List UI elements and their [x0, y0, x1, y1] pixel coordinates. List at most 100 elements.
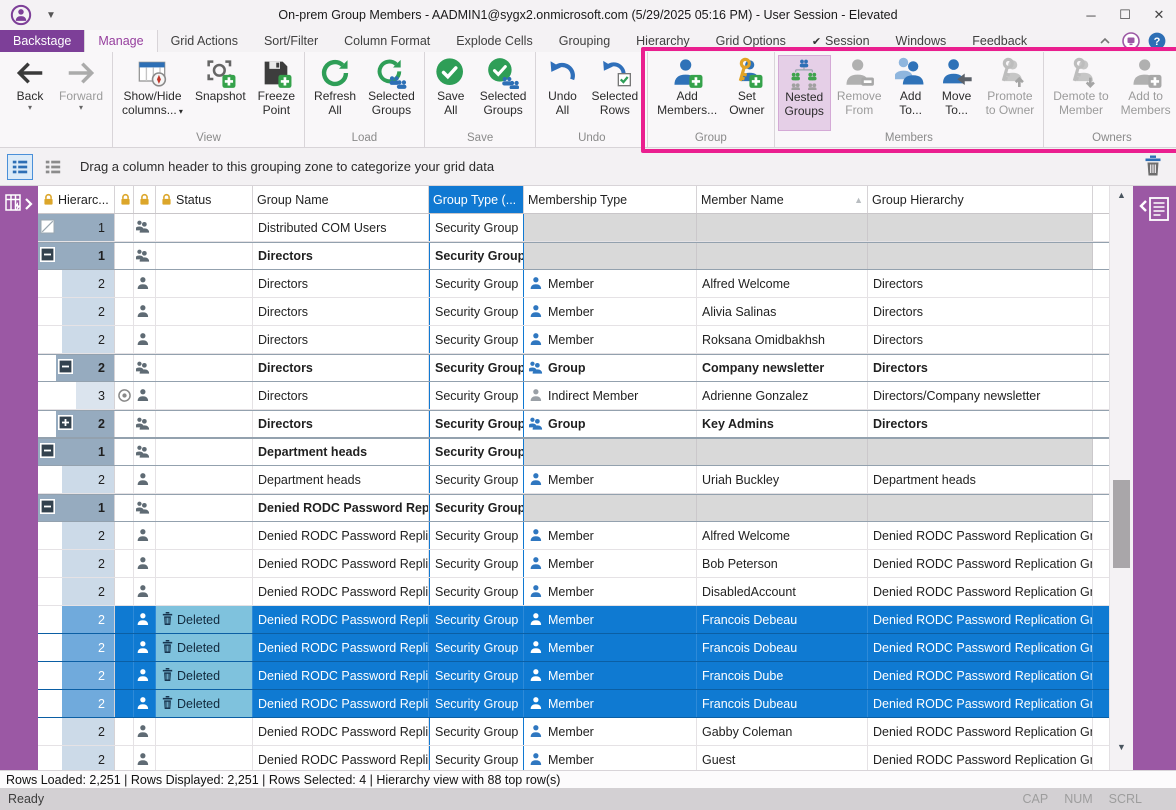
status-cell[interactable]: [156, 326, 253, 353]
object-type-cell[interactable]: [134, 578, 156, 605]
group-name-cell[interactable]: Department heads: [253, 466, 429, 493]
table-row[interactable]: 2DeletedDenied RODC Password Replication…: [38, 690, 1109, 718]
group-type-cell[interactable]: Security Group: [429, 270, 524, 297]
refresh-all-button[interactable]: RefreshAll: [308, 55, 362, 131]
set-owner-button[interactable]: SetOwner: [723, 55, 770, 131]
scrollbar-thumb[interactable]: [1113, 480, 1130, 568]
status-cell[interactable]: [156, 439, 253, 465]
collapse-icon[interactable]: [40, 443, 55, 461]
status-cell[interactable]: [156, 411, 253, 437]
table-row[interactable]: 2DeletedDenied RODC Password Replication…: [38, 606, 1109, 634]
tab-column-format[interactable]: Column Format: [331, 30, 443, 52]
member-name-cell[interactable]: [697, 495, 868, 521]
membership-type-cell[interactable]: Member: [524, 578, 697, 605]
hierarchy-cell[interactable]: 2: [38, 355, 115, 381]
indirect-marker-cell[interactable]: [115, 662, 134, 689]
hierarchy-view-toggle[interactable]: [7, 154, 33, 180]
member-name-cell[interactable]: Francois Dobeau: [697, 634, 868, 661]
indirect-marker-cell[interactable]: [115, 578, 134, 605]
expand-side-panel-icon[interactable]: [1138, 196, 1172, 222]
group-name-cell[interactable]: Directors: [253, 243, 429, 269]
object-type-cell[interactable]: [134, 634, 156, 661]
membership-type-cell[interactable]: Member: [524, 466, 697, 493]
status-cell[interactable]: [156, 522, 253, 549]
status-cell[interactable]: [156, 355, 253, 381]
group-type-cell[interactable]: Security Group: [429, 606, 524, 633]
group-type-cell[interactable]: Security Group: [429, 495, 524, 521]
table-row[interactable]: 2Denied RODC Password Replication GroupS…: [38, 522, 1109, 550]
indirect-marker-cell[interactable]: [115, 690, 134, 717]
membership-type-cell[interactable]: Member: [524, 606, 697, 633]
table-row[interactable]: 2Denied RODC Password Replication GroupS…: [38, 746, 1109, 770]
object-type-cell[interactable]: [134, 466, 156, 493]
membership-type-cell[interactable]: Member: [524, 550, 697, 577]
hierarchy-cell[interactable]: 1: [38, 495, 115, 521]
membership-type-cell[interactable]: [524, 439, 697, 465]
indirect-marker-cell[interactable]: [115, 495, 134, 521]
table-row[interactable]: 1Distributed COM UsersSecurity Group: [38, 214, 1109, 242]
tab-grid-options[interactable]: Grid Options: [703, 30, 799, 52]
add-members-button[interactable]: AddMembers...: [651, 55, 723, 131]
object-type-cell[interactable]: [134, 522, 156, 549]
object-type-cell[interactable]: [134, 214, 156, 241]
group-hierarchy-cell[interactable]: Denied RODC Password Replication Group: [868, 662, 1093, 689]
indirect-marker-cell[interactable]: [115, 243, 134, 269]
member-name-cell[interactable]: [697, 243, 868, 269]
group-name-cell[interactable]: Denied RODC Password Replication Group: [253, 606, 429, 633]
column-header-group_hierarchy[interactable]: Group Hierarchy: [868, 186, 1093, 213]
column-header-hierarchy[interactable]: Hierarc...: [38, 186, 115, 213]
membership-type-cell[interactable]: [524, 495, 697, 521]
tab-backstage[interactable]: Backstage: [0, 30, 84, 52]
status-cell[interactable]: [156, 718, 253, 745]
status-cell[interactable]: [156, 466, 253, 493]
group-type-cell[interactable]: Security Group: [429, 411, 524, 437]
indirect-marker-cell[interactable]: [115, 466, 134, 493]
indirect-marker-cell[interactable]: [115, 270, 134, 297]
member-name-cell[interactable]: Bob Peterson: [697, 550, 868, 577]
hierarchy-cell[interactable]: 2: [38, 550, 115, 577]
hierarchy-cell[interactable]: 2: [38, 746, 115, 770]
membership-type-cell[interactable]: Group: [524, 411, 697, 437]
indirect-marker-cell[interactable]: [115, 326, 134, 353]
table-row[interactable]: 2Denied RODC Password Replication GroupS…: [38, 550, 1109, 578]
table-row[interactable]: 2Department headsSecurity GroupMemberUri…: [38, 466, 1109, 494]
group-hierarchy-cell[interactable]: [868, 214, 1093, 241]
group-hierarchy-cell[interactable]: Denied RODC Password Replication Group: [868, 578, 1093, 605]
member-name-cell[interactable]: Alivia Salinas: [697, 298, 868, 325]
table-row[interactable]: 2DeletedDenied RODC Password Replication…: [38, 634, 1109, 662]
member-name-cell[interactable]: Guest: [697, 746, 868, 770]
status-cell[interactable]: Deleted: [156, 662, 253, 689]
member-name-cell[interactable]: Alfred Welcome: [697, 522, 868, 549]
hierarchy-level-cell[interactable]: 1: [38, 439, 114, 465]
indirect-marker-cell[interactable]: [115, 355, 134, 381]
membership-type-cell[interactable]: Member: [524, 746, 697, 770]
member-name-cell[interactable]: Alfred Welcome: [697, 270, 868, 297]
member-name-cell[interactable]: Adrienne Gonzalez: [697, 382, 868, 409]
group-hierarchy-cell[interactable]: Denied RODC Password Replication Group: [868, 606, 1093, 633]
indirect-marker-cell[interactable]: [115, 606, 134, 633]
hierarchy-level-cell[interactable]: 2: [62, 466, 114, 493]
membership-type-cell[interactable]: Member: [524, 634, 697, 661]
group-type-cell[interactable]: Security Group: [429, 355, 524, 381]
hierarchy-cell[interactable]: 1: [38, 214, 115, 241]
member-name-cell[interactable]: DisabledAccount: [697, 578, 868, 605]
hierarchy-cell[interactable]: 2: [38, 270, 115, 297]
membership-type-cell[interactable]: Member: [524, 690, 697, 717]
column-header-membership_type[interactable]: Membership Type: [524, 186, 697, 213]
selected-groups-button[interactable]: SelectedGroups: [474, 55, 533, 131]
indirect-marker-cell[interactable]: [115, 439, 134, 465]
indirect-marker-cell[interactable]: [115, 214, 134, 241]
table-row[interactable]: 2DirectorsSecurity GroupMemberAlivia Sal…: [38, 298, 1109, 326]
tab-manage[interactable]: Manage: [84, 30, 157, 52]
add-to-members-button[interactable]: Add toMembers: [1115, 55, 1176, 131]
group-name-cell[interactable]: Denied RODC Password Replication Group: [253, 690, 429, 717]
group-name-cell[interactable]: Denied RODC Password Replication Group: [253, 634, 429, 661]
member-name-cell[interactable]: Gabby Coleman: [697, 718, 868, 745]
group-name-cell[interactable]: Directors: [253, 382, 429, 409]
group-name-cell[interactable]: Denied RODC Password Replication Group: [253, 746, 429, 770]
status-cell[interactable]: [156, 243, 253, 269]
hierarchy-level-cell[interactable]: 3: [76, 382, 114, 409]
scroll-up-icon[interactable]: ▲: [1110, 190, 1133, 200]
group-hierarchy-cell[interactable]: Denied RODC Password Replication Group: [868, 634, 1093, 661]
hierarchy-cell[interactable]: 2: [38, 690, 115, 717]
